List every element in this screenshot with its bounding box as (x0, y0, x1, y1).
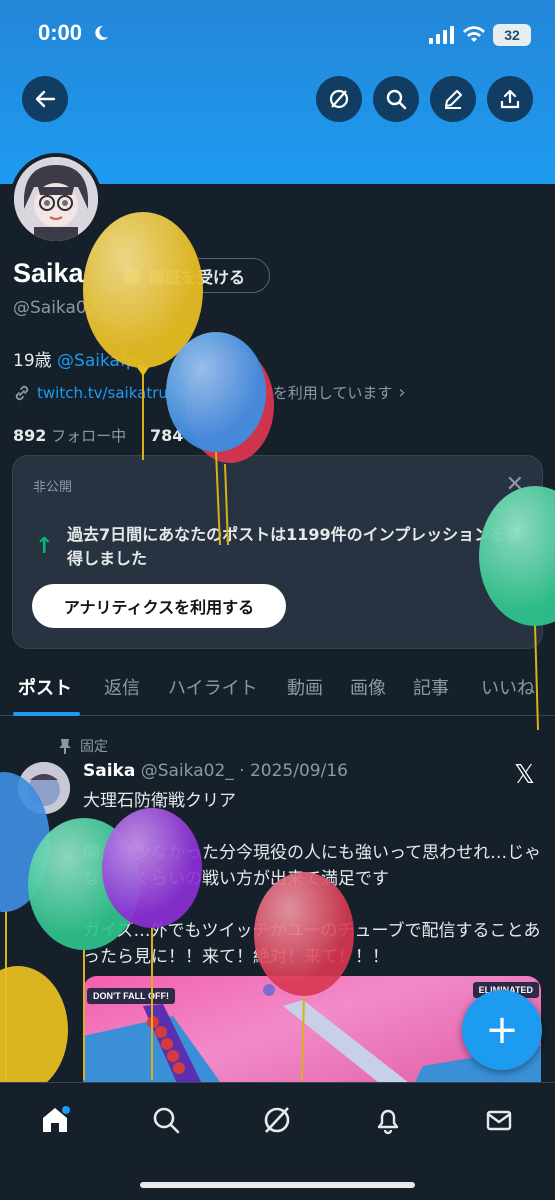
share-button[interactable] (487, 76, 533, 122)
pinned-label: 固定 (80, 739, 108, 755)
follow-stats: 892 フォロー中 784 (13, 425, 183, 446)
arrow-up-icon: ↑ (35, 534, 54, 559)
get-verified-label: 認証を受ける (149, 267, 246, 287)
profile-bio: 19歳 @Saikafps (13, 346, 146, 371)
profile-name: Saika (13, 258, 84, 288)
edit-button[interactable] (430, 76, 476, 122)
post-header: Saika @Saika02_ · 2025/09/16 (83, 761, 348, 781)
profile-avatar[interactable] (10, 153, 102, 245)
followers-count: 784 (150, 426, 184, 445)
post-avatar[interactable] (18, 762, 70, 814)
nav-grok[interactable] (260, 1103, 294, 1137)
active-tab-indicator (13, 712, 80, 716)
search-button[interactable] (373, 76, 419, 122)
status-right: 32 (429, 24, 531, 46)
nav-notifications[interactable] (371, 1103, 405, 1137)
pin-icon (59, 739, 71, 754)
tab-articles[interactable]: 記事 (413, 674, 449, 700)
analytics-button[interactable]: アナリティクスを利用する (32, 584, 286, 628)
wifi-icon (463, 26, 485, 42)
share-icon (500, 89, 520, 109)
signal-icon (429, 26, 454, 44)
status-time: 0:00 (38, 20, 83, 45)
balloon-yellow (83, 212, 203, 460)
search-icon (386, 89, 407, 110)
tab-highlights[interactable]: ハイライト (168, 674, 258, 700)
arrow-left-icon (35, 90, 56, 108)
private-analytics-card: 非公開 ✕ ↑ 過去7日間にあなたのポストは1199件のインプレッションを獲得し… (12, 455, 543, 649)
nav-messages[interactable] (482, 1103, 516, 1137)
moon-icon (95, 25, 108, 40)
close-icon[interactable]: ✕ (506, 472, 524, 497)
nav-search[interactable] (149, 1103, 183, 1137)
verified-check-icon: ✓ (123, 266, 141, 285)
get-verified-button[interactable]: ✓ 認証を受ける (104, 258, 270, 293)
card-private-label: 非公開 (33, 480, 73, 495)
mail-icon (486, 1110, 512, 1131)
pen-icon (445, 90, 462, 109)
nav-home[interactable] (38, 1103, 72, 1137)
bio-mention-link[interactable]: @Saikafps (57, 351, 146, 371)
back-button[interactable] (22, 76, 68, 122)
search-icon (153, 1107, 180, 1134)
plus-icon: + (485, 1007, 519, 1053)
link-icon (15, 385, 29, 400)
media-tag-left: DON'T FALL OFF! (87, 988, 175, 1004)
home-icon (43, 1106, 70, 1132)
balloon-blue-left (0, 772, 50, 1080)
grok-button[interactable] (316, 76, 362, 122)
following-count: 892 (13, 426, 47, 445)
tab-images[interactable]: 画像 (350, 674, 386, 700)
grok-icon (329, 89, 349, 109)
following-link[interactable]: 892 フォロー中 (13, 426, 127, 445)
profile-website-link[interactable]: twitch.tv/saikatru (37, 384, 168, 402)
tab-videos[interactable]: 動画 (287, 674, 323, 700)
compose-post-button[interactable]: + (462, 990, 542, 1070)
pinned-label-row: 固定 (58, 736, 108, 756)
bell-icon (377, 1109, 399, 1135)
bio-text: 19歳 (13, 351, 58, 371)
tab-replies[interactable]: 返信 (104, 674, 140, 700)
post-author-name[interactable]: Saika (83, 761, 135, 781)
profile-handle: @Saika02_ (13, 298, 107, 318)
post-avatar-illustration (18, 762, 70, 814)
post-author-meta: @Saika02_ · 2025/09/16 (135, 761, 348, 781)
card-message: 過去7日間にあなたのポストは1199件のインプレッションを獲得しました (67, 525, 523, 568)
tab-likes[interactable]: いいね (481, 674, 535, 700)
balloon-yellow-low (0, 966, 68, 1094)
tab-posts[interactable]: ポスト (18, 674, 72, 700)
avatar-illustration (14, 157, 98, 241)
post-text: 大理石防衛戦クリア 開…数少なかった分今現役の人にも強いって思わせれ…じゃないか… (83, 791, 542, 967)
profile-meta: twitch.tv/saikatru 23年2月からXを利用しています › (13, 382, 543, 403)
x-logo-icon: 𝕏 (514, 760, 535, 790)
following-label: フォロー中 (46, 427, 127, 445)
profile-tabs: ポスト 返信 ハイライト 動画 画像 記事 いいね (0, 660, 555, 716)
profile-joined-date: 23年2月からXを利用しています (173, 384, 393, 402)
battery-indicator: 32 (493, 24, 531, 46)
grok-icon (264, 1107, 290, 1133)
followers-link[interactable]: 784 (150, 426, 184, 445)
status-bar: 0:00 32 (0, 0, 555, 70)
home-indicator (140, 1182, 415, 1188)
chevron-right-icon[interactable]: › (398, 382, 405, 403)
